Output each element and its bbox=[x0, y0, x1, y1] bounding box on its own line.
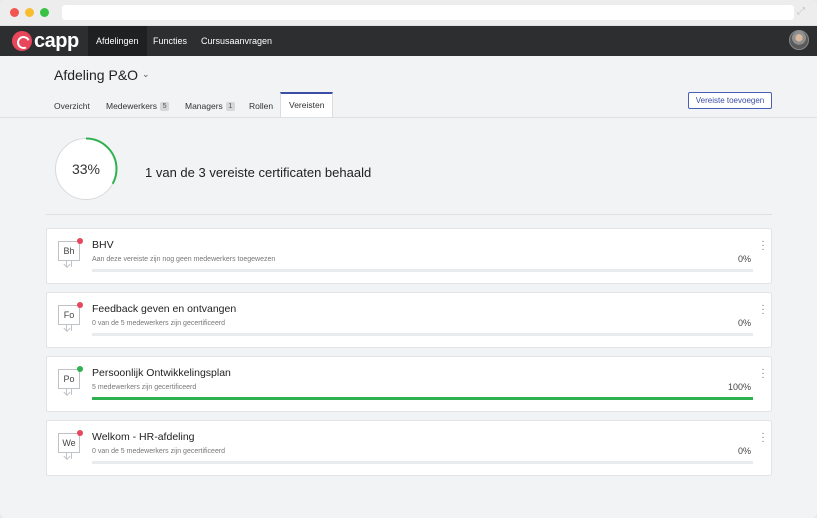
tab-medewerkers[interactable]: Medewerkers 5 bbox=[106, 95, 170, 117]
capp-logo[interactable]: capp bbox=[12, 31, 79, 51]
tab-vereisten[interactable]: Vereisten bbox=[280, 92, 334, 117]
capp-logo-icon bbox=[12, 31, 32, 51]
requirement-card[interactable]: Po Persoonlijk Ontwikkelingsplan 5 medewer… bbox=[46, 356, 772, 412]
certificate-icon: Bh bbox=[58, 241, 80, 261]
ribbon-icon bbox=[66, 261, 72, 267]
status-dot bbox=[77, 430, 83, 436]
certificate-icon: Po bbox=[58, 369, 80, 389]
certificate-abbr: Fo bbox=[63, 310, 75, 320]
requirement-card[interactable]: Bh BHV Aan deze vereiste zijn nog geen med… bbox=[46, 228, 772, 284]
requirement-subtitle: 0 van de 5 medewerkers zijn gecertificee… bbox=[92, 320, 226, 327]
status-dot bbox=[77, 238, 83, 244]
requirement-percent: 0% bbox=[737, 254, 751, 264]
address-bar[interactable] bbox=[62, 5, 794, 20]
summary-text: 1 van de 3 vereiste certificaten behaald bbox=[145, 165, 372, 180]
requirement-title[interactable]: Welkom - HR-afdeling bbox=[92, 431, 195, 443]
certificate-abbr: Bh bbox=[63, 246, 75, 256]
requirement-subtitle: 0 van de 5 medewerkers zijn gecertificee… bbox=[92, 448, 226, 455]
tab-managers[interactable]: Managers 1 bbox=[185, 95, 235, 117]
more-options-icon[interactable]: · · · bbox=[761, 301, 765, 319]
add-requirement-button[interactable]: Vereiste toevoegen bbox=[688, 92, 772, 109]
tab-rollen[interactable]: Rollen bbox=[249, 95, 273, 117]
count-badge: 1 bbox=[225, 102, 235, 111]
requirement-percent: 100% bbox=[727, 382, 751, 392]
requirement-title[interactable]: Persoonlijk Ontwikkelingsplan bbox=[92, 367, 231, 379]
progress-bar bbox=[92, 269, 753, 272]
nav-item-afdelingen[interactable]: Afdelingen bbox=[88, 26, 147, 56]
top-navigation: capp Afdelingen Functies Cursusaanvragen bbox=[0, 26, 817, 56]
expand-icon[interactable]: ⤢ bbox=[797, 7, 807, 17]
maximize-window-button[interactable] bbox=[40, 8, 49, 17]
requirement-subtitle: 5 medewerkers zijn gecertificeerd bbox=[92, 384, 197, 391]
certificate-icon: Fo bbox=[58, 305, 80, 325]
requirement-card[interactable]: Fo Feedback geven en ontvangen 0 van de 5 … bbox=[46, 292, 772, 348]
more-options-icon[interactable]: · · · bbox=[761, 237, 765, 255]
certificate-icon: We bbox=[58, 433, 80, 453]
app-window: ⤢ capp Afdelingen Functies Cursusaanvrag… bbox=[0, 0, 817, 518]
chevron-down-icon[interactable]: ⌄ bbox=[142, 69, 150, 80]
logo-text: capp bbox=[34, 30, 79, 52]
divider bbox=[46, 214, 772, 215]
requirement-percent: 0% bbox=[737, 446, 751, 456]
minimize-window-button[interactable] bbox=[25, 8, 34, 17]
close-window-button[interactable] bbox=[10, 8, 19, 17]
tab-label: Managers bbox=[185, 101, 223, 111]
nav-item-cursusaanvragen[interactable]: Cursusaanvragen bbox=[193, 26, 280, 56]
browser-chrome: ⤢ bbox=[0, 0, 817, 26]
nav-item-functies[interactable]: Functies bbox=[145, 26, 195, 56]
requirement-subtitle: Aan deze vereiste zijn nog geen medewerk… bbox=[92, 256, 276, 263]
more-options-icon[interactable]: · · · bbox=[761, 429, 765, 447]
tab-label: Overzicht bbox=[54, 101, 90, 111]
count-badge: 5 bbox=[160, 102, 170, 111]
certificate-abbr: Po bbox=[63, 374, 75, 384]
status-dot bbox=[77, 366, 83, 372]
user-avatar[interactable] bbox=[789, 30, 809, 50]
status-dot bbox=[77, 302, 83, 308]
tab-label: Vereisten bbox=[289, 100, 325, 110]
progress-bar bbox=[92, 333, 753, 336]
requirement-title[interactable]: BHV bbox=[92, 239, 114, 251]
overall-percent: 33% bbox=[71, 161, 101, 177]
requirement-card[interactable]: We Welkom - HR-afdeling 0 van de 5 medewer… bbox=[46, 420, 772, 476]
requirement-title[interactable]: Feedback geven en ontvangen bbox=[92, 303, 236, 315]
tab-label: Medewerkers bbox=[106, 101, 158, 111]
tab-overzicht[interactable]: Overzicht bbox=[54, 95, 90, 117]
page-title[interactable]: Afdeling P&O bbox=[54, 67, 138, 83]
progress-bar-fill bbox=[92, 397, 753, 400]
more-options-icon[interactable]: · · · bbox=[761, 365, 765, 383]
certificate-abbr: We bbox=[62, 438, 76, 448]
progress-bar bbox=[92, 461, 753, 464]
ribbon-icon bbox=[66, 325, 72, 331]
requirement-percent: 0% bbox=[737, 318, 751, 328]
ribbon-icon bbox=[66, 389, 72, 395]
progress-bar bbox=[92, 397, 753, 400]
ribbon-icon bbox=[66, 453, 72, 459]
tab-label: Rollen bbox=[249, 101, 274, 111]
